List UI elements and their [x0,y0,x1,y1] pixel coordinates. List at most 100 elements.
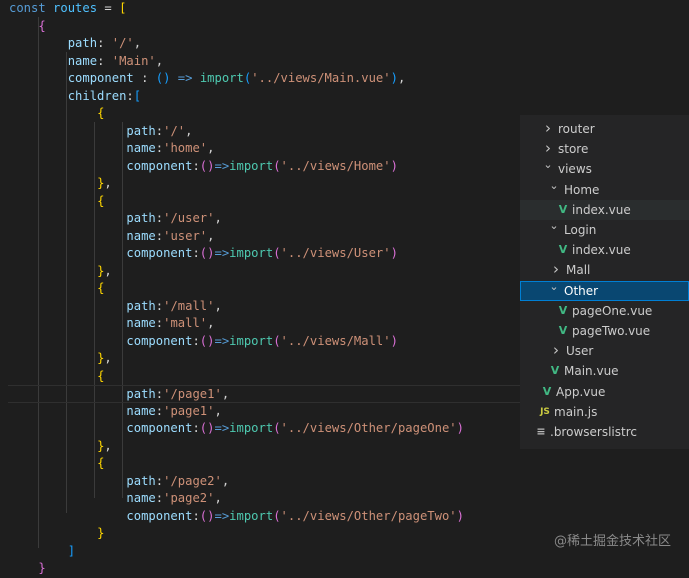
bracket-token: { [97,106,105,120]
code-line[interactable]: component : () => import('../views/Main.… [9,70,406,88]
tree-item-main-vue[interactable]: V Main.vue [520,361,689,381]
code-line[interactable]: component:()=>import('../views/Other/pag… [9,508,464,526]
code-line[interactable]: { [9,18,45,36]
tree-item-index-vue[interactable]: Vindex.vue [520,199,689,220]
tree-item-pageone-vue[interactable]: VpageOne.vue [520,301,689,321]
tree-item-app-vue[interactable]: V App.vue [520,382,689,402]
code-line[interactable]: { [9,455,104,473]
tree-item-router[interactable]: › router [520,119,689,139]
bracket-token: ] [67,543,76,558]
tree-item-label: main.js [554,404,598,419]
code-line[interactable]: } [9,560,45,578]
punctuation-token: : [192,158,200,173]
tree-item-label: index.vue [572,202,631,217]
code-line[interactable]: }, [9,438,112,456]
punctuation-token [9,491,126,505]
string-token: '/page1' [163,387,222,401]
code-line[interactable]: name:'mall', [9,315,214,333]
tree-item-label: views [558,162,592,177]
code-line[interactable]: ] [9,543,75,561]
tree-item-pagetwo-vue[interactable]: VpageTwo.vue [520,321,689,341]
code-line[interactable]: } [9,525,104,543]
punctuation-token [9,176,97,190]
code-line[interactable]: }, [9,350,112,368]
code-line[interactable]: name:'page2', [9,490,221,508]
punctuation-token: , [207,228,215,243]
punctuation-token [9,316,126,330]
punctuation-token [9,281,97,295]
tree-item-home[interactable]: ⌄ Home [520,179,689,200]
function-token: import [229,246,274,260]
property-token: path [126,211,156,225]
tree-item-user[interactable]: › User [520,341,689,361]
code-line[interactable]: { [9,368,104,386]
code-line[interactable]: component:()=>import('../views/Home') [9,158,398,176]
tree-item-browserslistrc[interactable]: ≡ .browserslistrc [520,422,689,442]
vue-file-icon: V [558,243,568,257]
punctuation-token: : [155,316,164,330]
punctuation-token: , [104,176,112,190]
punctuation-token [9,71,68,85]
function-token: import [229,158,274,173]
code-line[interactable]: component:()=>import('../views/Mall') [9,333,398,351]
bracket-token: { [97,456,105,470]
punctuation-token [9,299,126,313]
punctuation-token [9,194,97,208]
tree-item-views[interactable]: ⌄ views [520,158,689,179]
tree-item-login[interactable]: ⌄ Login [520,219,689,240]
punctuation-token: : [155,228,164,243]
property-token: path [126,123,156,138]
code-line[interactable]: { [9,193,104,211]
property-token: path [126,298,156,313]
string-token: 'mall' [163,316,208,330]
tree-item-label: pageOne.vue [572,303,653,318]
code-line[interactable]: name:'user', [9,228,214,246]
tree-item-other[interactable]: ⌄ Other [520,280,689,301]
code-line[interactable]: path:'/user', [9,210,221,228]
punctuation-token: , [104,351,112,365]
punctuation-token: , [207,141,215,155]
code-line[interactable]: }, [9,263,112,281]
tree-item-index-vue[interactable]: Vindex.vue [520,240,689,260]
tree-item-label: Other [564,283,599,298]
punctuation-token: , [155,53,164,68]
code-line[interactable]: { [9,280,104,298]
code-line[interactable]: name: 'Main', [9,53,163,71]
code-line[interactable]: { [9,105,104,123]
code-line[interactable]: name:'page1', [9,403,222,421]
tree-item-label: Login [564,223,597,237]
code-line[interactable]: path: '/', [9,35,141,53]
punctuation-token [9,54,68,68]
code-line[interactable]: path:'/page2', [9,473,229,491]
punctuation-token: , [104,438,112,453]
punctuation-token [9,106,97,120]
punctuation-token: , [214,403,222,418]
code-line[interactable]: path:'/mall', [9,298,221,316]
code-line[interactable]: }, [9,175,112,193]
punctuation-token [9,439,97,453]
bracket-token: () [199,246,215,260]
punctuation-token: : [192,421,200,435]
tree-item-label: .browserslistrc [550,425,637,439]
code-line[interactable]: path:'/', [9,123,192,141]
punctuation-token [9,246,126,260]
code-line[interactable]: const routes = [ [9,0,126,18]
js-file-icon: JS [540,406,550,417]
chevron-down-icon: ⌄ [543,158,553,172]
string-token: '../views/User' [280,246,391,260]
vue-file-icon: V [550,364,560,378]
punctuation-token [9,369,97,383]
property-token: children [67,88,127,103]
chevron-right-icon: › [545,119,551,137]
tree-item-mall[interactable]: › Mall [520,260,689,280]
code-line[interactable]: component:()=>import('../views/User') [9,245,398,263]
vue-file-icon: V [558,324,568,337]
tree-item-main-js[interactable]: JS main.js [520,402,689,422]
property-token: name [126,316,156,330]
code-line[interactable]: children:[ [9,88,141,106]
bracket-token: [ [133,88,142,103]
code-line[interactable]: name:'home', [9,140,214,158]
code-line[interactable]: component:()=>import('../views/Other/pag… [9,420,464,438]
punctuation-token [9,211,126,225]
punctuation-token: : [97,36,112,50]
